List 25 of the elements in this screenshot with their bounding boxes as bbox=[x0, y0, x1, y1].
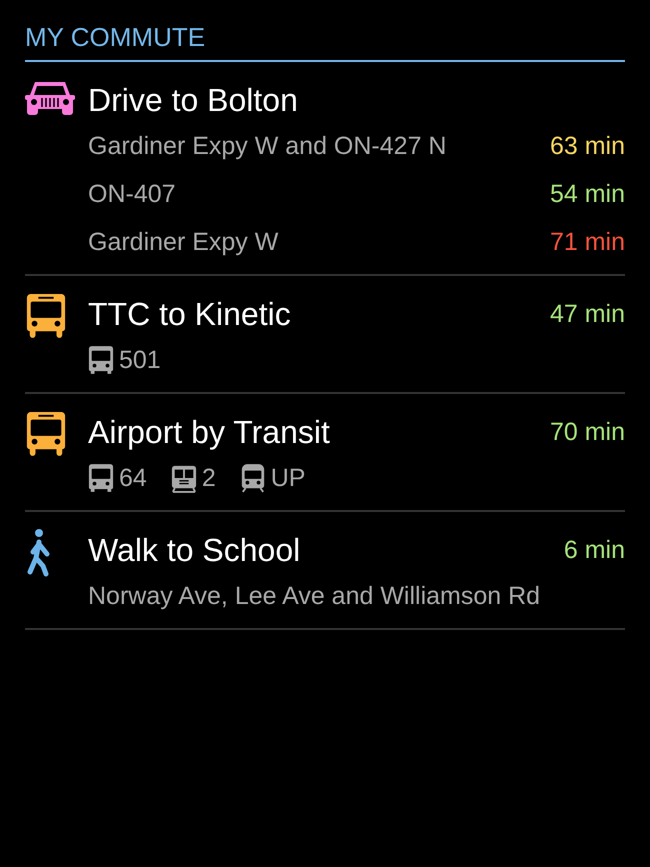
route-name: ON-407 bbox=[88, 180, 176, 208]
bus-icon bbox=[88, 345, 114, 375]
route-name: Gardiner Expy W and ON-427 N bbox=[88, 132, 446, 160]
line-number: UP bbox=[270, 464, 306, 492]
line-number: 2 bbox=[202, 464, 216, 492]
line-number: 501 bbox=[119, 346, 161, 374]
bus-icon bbox=[25, 410, 67, 456]
route-name: Norway Ave, Lee Ave and Williamson Rd bbox=[88, 582, 540, 610]
travel-time: 47 min bbox=[550, 300, 625, 328]
route-name: Gardiner Expy W bbox=[88, 228, 278, 256]
travel-time: 71 min bbox=[550, 228, 625, 256]
bus-icon bbox=[25, 292, 67, 338]
commute-title: TTC to Kinetic bbox=[88, 296, 291, 332]
section-title: MY COMMUTE bbox=[25, 20, 625, 62]
streetcar-icon bbox=[170, 463, 197, 493]
bus-icon bbox=[88, 463, 114, 493]
commute-title: Airport by Transit bbox=[88, 414, 330, 450]
travel-time: 63 min bbox=[550, 132, 625, 160]
line-number: 64 bbox=[119, 464, 147, 492]
travel-time: 6 min bbox=[564, 536, 625, 564]
commute-title: Drive to Bolton bbox=[88, 82, 298, 118]
train-icon bbox=[240, 463, 266, 493]
commute-title: Walk to School bbox=[88, 532, 300, 568]
travel-time: 54 min bbox=[550, 180, 625, 208]
travel-time: 70 min bbox=[550, 418, 625, 446]
